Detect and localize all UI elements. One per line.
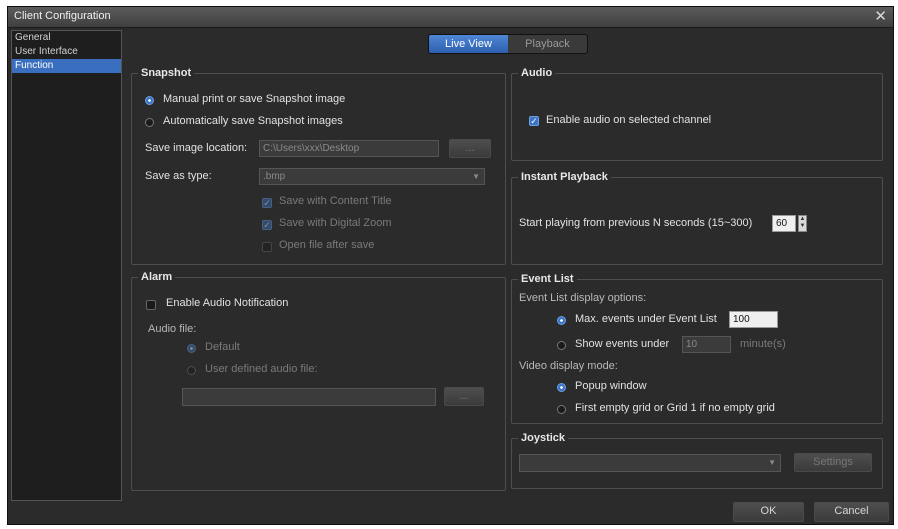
- auto-snapshot-radio[interactable]: [145, 118, 154, 127]
- event-list-title: Event List: [518, 273, 577, 285]
- save-type-select[interactable]: .bmp ▼: [259, 168, 485, 185]
- alarm-title: Alarm: [138, 271, 176, 283]
- tab-live-view[interactable]: Live View: [429, 35, 508, 53]
- max-events-label: Max. events under Event List: [575, 313, 717, 325]
- max-events-input[interactable]: 100: [729, 311, 778, 328]
- first-empty-grid-label: First empty grid or Grid 1 if no empty g…: [575, 402, 775, 414]
- title-bar[interactable]: Client Configuration ✕: [8, 7, 893, 28]
- digital-zoom-label: Save with Digital Zoom: [279, 217, 392, 229]
- sidebar-item-function[interactable]: Function: [12, 59, 121, 73]
- alarm-group: Alarm Enable Audio Notification Audio fi…: [131, 271, 506, 491]
- instant-playback-label: Start playing from previous N seconds (1…: [519, 217, 753, 229]
- sidebar-item-user-interface[interactable]: User Interface: [12, 45, 121, 59]
- user-defined-audio-radio[interactable]: [187, 366, 196, 375]
- enable-audio-notification-checkbox[interactable]: [146, 300, 156, 310]
- event-list-group: Event List Event List display options: M…: [511, 273, 883, 424]
- open-after-label: Open file after save: [279, 239, 375, 251]
- popup-window-label: Popup window: [575, 380, 647, 392]
- content-title-checkbox[interactable]: ✓: [262, 198, 272, 208]
- minutes-label: minute(s): [740, 338, 786, 350]
- save-type-label: Save as type:: [145, 170, 212, 182]
- max-events-radio[interactable]: [557, 316, 566, 325]
- joystick-select[interactable]: ▼: [519, 454, 781, 472]
- snapshot-group: Snapshot Manual print or save Snapshot i…: [131, 67, 506, 265]
- save-location-label: Save image location:: [145, 142, 248, 154]
- audio-file-path-input[interactable]: [182, 388, 436, 406]
- open-after-checkbox[interactable]: [262, 242, 272, 252]
- user-defined-audio-label: User defined audio file:: [205, 363, 318, 375]
- event-list-display-options-label: Event List display options:: [519, 292, 647, 304]
- audio-title: Audio: [518, 67, 556, 79]
- content-title-label: Save with Content Title: [279, 195, 392, 207]
- audio-file-label: Audio file:: [148, 323, 197, 335]
- enable-audio-notification-label: Enable Audio Notification: [166, 297, 289, 309]
- close-icon[interactable]: ✕: [874, 8, 887, 26]
- show-events-label: Show events under: [575, 338, 670, 350]
- snapshot-title: Snapshot: [138, 67, 195, 79]
- chevron-down-icon: ▼: [768, 458, 776, 467]
- instant-seconds-stepper[interactable]: ▲ ▼: [798, 215, 807, 232]
- enable-audio-label: Enable audio on selected channel: [546, 114, 712, 126]
- instant-seconds-input[interactable]: 60: [772, 215, 796, 232]
- sidebar: General User Interface Function: [11, 30, 122, 501]
- audio-group: Audio ✓ Enable audio on selected channel: [511, 67, 883, 161]
- save-location-browse-button[interactable]: ...: [449, 139, 491, 158]
- save-type-value: .bmp: [263, 171, 286, 182]
- view-tabs: Live View Playback: [428, 34, 588, 54]
- show-events-radio[interactable]: [557, 341, 566, 350]
- window-title: Client Configuration: [14, 10, 111, 22]
- joystick-title: Joystick: [518, 432, 569, 444]
- joystick-group: Joystick ▼ Settings: [511, 432, 883, 489]
- instant-playback-group: Instant Playback Start playing from prev…: [511, 171, 883, 265]
- digital-zoom-checkbox[interactable]: ✓: [262, 220, 272, 230]
- manual-snapshot-radio[interactable]: [145, 96, 154, 105]
- instant-playback-title: Instant Playback: [518, 171, 611, 183]
- popup-window-radio[interactable]: [557, 383, 566, 392]
- auto-snapshot-label: Automatically save Snapshot images: [163, 115, 343, 127]
- ok-button[interactable]: OK: [733, 502, 804, 522]
- show-events-minutes-input[interactable]: 10: [682, 336, 731, 353]
- video-display-mode-label: Video display mode:: [519, 360, 618, 372]
- default-audio-label: Default: [205, 341, 240, 353]
- first-empty-grid-radio[interactable]: [557, 405, 566, 414]
- sidebar-item-general[interactable]: General: [12, 31, 121, 45]
- chevron-down-icon: ▼: [472, 172, 480, 181]
- client-configuration-window: Client Configuration ✕ General User Inte…: [7, 6, 894, 525]
- audio-file-browse-button[interactable]: ...: [444, 387, 484, 406]
- save-location-input[interactable]: C:\Users\xxx\Desktop: [259, 140, 439, 157]
- tab-playback[interactable]: Playback: [508, 35, 587, 53]
- joystick-settings-button[interactable]: Settings: [794, 453, 872, 472]
- manual-snapshot-label: Manual print or save Snapshot image: [163, 93, 346, 105]
- default-audio-radio[interactable]: [187, 344, 196, 353]
- enable-audio-checkbox[interactable]: ✓: [529, 116, 539, 126]
- cancel-button[interactable]: Cancel: [814, 502, 889, 522]
